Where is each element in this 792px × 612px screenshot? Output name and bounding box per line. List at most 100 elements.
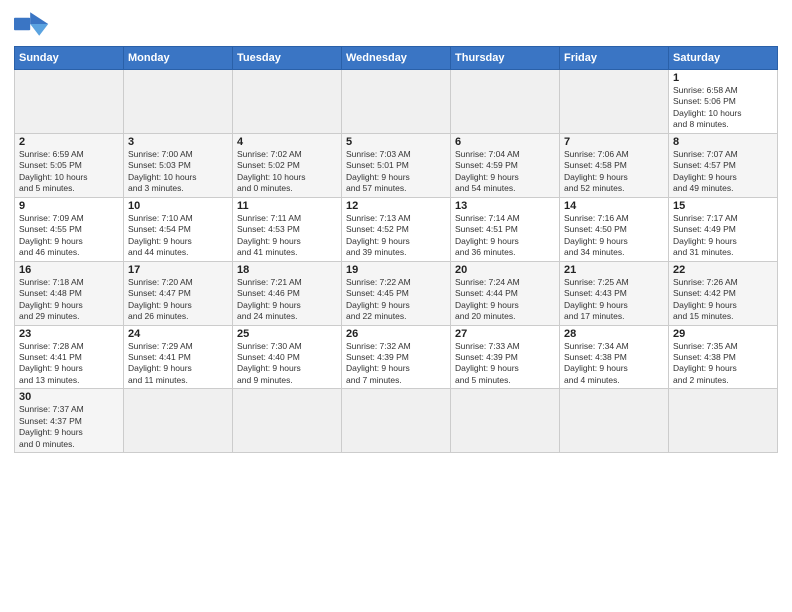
calendar-cell: 19Sunrise: 7:22 AM Sunset: 4:45 PM Dayli… — [342, 261, 451, 325]
calendar-cell — [124, 389, 233, 453]
day-number: 13 — [455, 200, 555, 212]
calendar-cell — [560, 389, 669, 453]
calendar-cell: 24Sunrise: 7:29 AM Sunset: 4:41 PM Dayli… — [124, 325, 233, 389]
day-number: 23 — [19, 328, 119, 340]
day-info: Sunrise: 7:03 AM Sunset: 5:01 PM Dayligh… — [346, 149, 446, 195]
day-number: 11 — [237, 200, 337, 212]
calendar-cell: 8Sunrise: 7:07 AM Sunset: 4:57 PM Daylig… — [669, 133, 778, 197]
day-number: 29 — [673, 328, 773, 340]
calendar-cell: 20Sunrise: 7:24 AM Sunset: 4:44 PM Dayli… — [451, 261, 560, 325]
day-info: Sunrise: 7:07 AM Sunset: 4:57 PM Dayligh… — [673, 149, 773, 195]
calendar-cell: 10Sunrise: 7:10 AM Sunset: 4:54 PM Dayli… — [124, 197, 233, 261]
day-info: Sunrise: 7:32 AM Sunset: 4:39 PM Dayligh… — [346, 341, 446, 387]
calendar-cell: 17Sunrise: 7:20 AM Sunset: 4:47 PM Dayli… — [124, 261, 233, 325]
day-number: 20 — [455, 264, 555, 276]
calendar-cell: 21Sunrise: 7:25 AM Sunset: 4:43 PM Dayli… — [560, 261, 669, 325]
calendar-cell — [669, 389, 778, 453]
day-info: Sunrise: 7:00 AM Sunset: 5:03 PM Dayligh… — [128, 149, 228, 195]
day-info: Sunrise: 7:30 AM Sunset: 4:40 PM Dayligh… — [237, 341, 337, 387]
calendar-cell: 12Sunrise: 7:13 AM Sunset: 4:52 PM Dayli… — [342, 197, 451, 261]
day-info: Sunrise: 7:13 AM Sunset: 4:52 PM Dayligh… — [346, 213, 446, 259]
calendar-cell: 2Sunrise: 6:59 AM Sunset: 5:05 PM Daylig… — [15, 133, 124, 197]
calendar-cell: 1Sunrise: 6:58 AM Sunset: 5:06 PM Daylig… — [669, 70, 778, 134]
day-info: Sunrise: 7:04 AM Sunset: 4:59 PM Dayligh… — [455, 149, 555, 195]
weekday-header-row: SundayMondayTuesdayWednesdayThursdayFrid… — [15, 47, 778, 70]
calendar-cell: 6Sunrise: 7:04 AM Sunset: 4:59 PM Daylig… — [451, 133, 560, 197]
weekday-header-tuesday: Tuesday — [233, 47, 342, 70]
calendar-cell — [451, 70, 560, 134]
calendar-cell — [342, 70, 451, 134]
weekday-header-sunday: Sunday — [15, 47, 124, 70]
day-info: Sunrise: 7:28 AM Sunset: 4:41 PM Dayligh… — [19, 341, 119, 387]
calendar-cell: 23Sunrise: 7:28 AM Sunset: 4:41 PM Dayli… — [15, 325, 124, 389]
calendar-cell: 26Sunrise: 7:32 AM Sunset: 4:39 PM Dayli… — [342, 325, 451, 389]
calendar-cell — [451, 389, 560, 453]
day-info: Sunrise: 7:17 AM Sunset: 4:49 PM Dayligh… — [673, 213, 773, 259]
calendar-week-row: 23Sunrise: 7:28 AM Sunset: 4:41 PM Dayli… — [15, 325, 778, 389]
day-info: Sunrise: 7:25 AM Sunset: 4:43 PM Dayligh… — [564, 277, 664, 323]
calendar-cell: 25Sunrise: 7:30 AM Sunset: 4:40 PM Dayli… — [233, 325, 342, 389]
day-info: Sunrise: 7:34 AM Sunset: 4:38 PM Dayligh… — [564, 341, 664, 387]
day-info: Sunrise: 7:29 AM Sunset: 4:41 PM Dayligh… — [128, 341, 228, 387]
day-number: 2 — [19, 136, 119, 148]
calendar-cell: 27Sunrise: 7:33 AM Sunset: 4:39 PM Dayli… — [451, 325, 560, 389]
day-number: 3 — [128, 136, 228, 148]
calendar-cell: 14Sunrise: 7:16 AM Sunset: 4:50 PM Dayli… — [560, 197, 669, 261]
calendar-cell: 11Sunrise: 7:11 AM Sunset: 4:53 PM Dayli… — [233, 197, 342, 261]
calendar-cell: 5Sunrise: 7:03 AM Sunset: 5:01 PM Daylig… — [342, 133, 451, 197]
day-number: 5 — [346, 136, 446, 148]
day-number: 26 — [346, 328, 446, 340]
day-info: Sunrise: 7:37 AM Sunset: 4:37 PM Dayligh… — [19, 404, 119, 450]
day-number: 28 — [564, 328, 664, 340]
calendar-cell: 13Sunrise: 7:14 AM Sunset: 4:51 PM Dayli… — [451, 197, 560, 261]
day-info: Sunrise: 7:10 AM Sunset: 4:54 PM Dayligh… — [128, 213, 228, 259]
calendar-cell — [233, 70, 342, 134]
day-info: Sunrise: 7:22 AM Sunset: 4:45 PM Dayligh… — [346, 277, 446, 323]
calendar-cell: 9Sunrise: 7:09 AM Sunset: 4:55 PM Daylig… — [15, 197, 124, 261]
calendar-cell: 15Sunrise: 7:17 AM Sunset: 4:49 PM Dayli… — [669, 197, 778, 261]
day-info: Sunrise: 7:33 AM Sunset: 4:39 PM Dayligh… — [455, 341, 555, 387]
day-number: 7 — [564, 136, 664, 148]
day-info: Sunrise: 7:26 AM Sunset: 4:42 PM Dayligh… — [673, 277, 773, 323]
day-info: Sunrise: 7:18 AM Sunset: 4:48 PM Dayligh… — [19, 277, 119, 323]
day-number: 24 — [128, 328, 228, 340]
calendar-cell: 29Sunrise: 7:35 AM Sunset: 4:38 PM Dayli… — [669, 325, 778, 389]
day-number: 16 — [19, 264, 119, 276]
calendar-cell: 4Sunrise: 7:02 AM Sunset: 5:02 PM Daylig… — [233, 133, 342, 197]
calendar-cell — [560, 70, 669, 134]
day-number: 17 — [128, 264, 228, 276]
day-info: Sunrise: 7:24 AM Sunset: 4:44 PM Dayligh… — [455, 277, 555, 323]
calendar-cell: 16Sunrise: 7:18 AM Sunset: 4:48 PM Dayli… — [15, 261, 124, 325]
day-number: 25 — [237, 328, 337, 340]
weekday-header-monday: Monday — [124, 47, 233, 70]
day-number: 22 — [673, 264, 773, 276]
day-number: 10 — [128, 200, 228, 212]
day-info: Sunrise: 7:35 AM Sunset: 4:38 PM Dayligh… — [673, 341, 773, 387]
day-number: 18 — [237, 264, 337, 276]
day-number: 8 — [673, 136, 773, 148]
day-info: Sunrise: 7:14 AM Sunset: 4:51 PM Dayligh… — [455, 213, 555, 259]
weekday-header-wednesday: Wednesday — [342, 47, 451, 70]
day-info: Sunrise: 6:58 AM Sunset: 5:06 PM Dayligh… — [673, 85, 773, 131]
calendar-week-row: 16Sunrise: 7:18 AM Sunset: 4:48 PM Dayli… — [15, 261, 778, 325]
calendar-cell: 7Sunrise: 7:06 AM Sunset: 4:58 PM Daylig… — [560, 133, 669, 197]
day-number: 12 — [346, 200, 446, 212]
day-info: Sunrise: 7:16 AM Sunset: 4:50 PM Dayligh… — [564, 213, 664, 259]
weekday-header-thursday: Thursday — [451, 47, 560, 70]
calendar-cell — [124, 70, 233, 134]
day-number: 14 — [564, 200, 664, 212]
logo — [14, 10, 54, 38]
calendar-week-row: 30Sunrise: 7:37 AM Sunset: 4:37 PM Dayli… — [15, 389, 778, 453]
day-number: 15 — [673, 200, 773, 212]
calendar-cell — [233, 389, 342, 453]
day-info: Sunrise: 7:06 AM Sunset: 4:58 PM Dayligh… — [564, 149, 664, 195]
calendar-cell: 18Sunrise: 7:21 AM Sunset: 4:46 PM Dayli… — [233, 261, 342, 325]
day-info: Sunrise: 7:09 AM Sunset: 4:55 PM Dayligh… — [19, 213, 119, 259]
day-number: 1 — [673, 72, 773, 84]
day-info: Sunrise: 6:59 AM Sunset: 5:05 PM Dayligh… — [19, 149, 119, 195]
day-number: 6 — [455, 136, 555, 148]
logo-icon — [14, 10, 50, 38]
calendar-cell: 3Sunrise: 7:00 AM Sunset: 5:03 PM Daylig… — [124, 133, 233, 197]
page-header — [14, 10, 778, 38]
calendar-cell: 28Sunrise: 7:34 AM Sunset: 4:38 PM Dayli… — [560, 325, 669, 389]
